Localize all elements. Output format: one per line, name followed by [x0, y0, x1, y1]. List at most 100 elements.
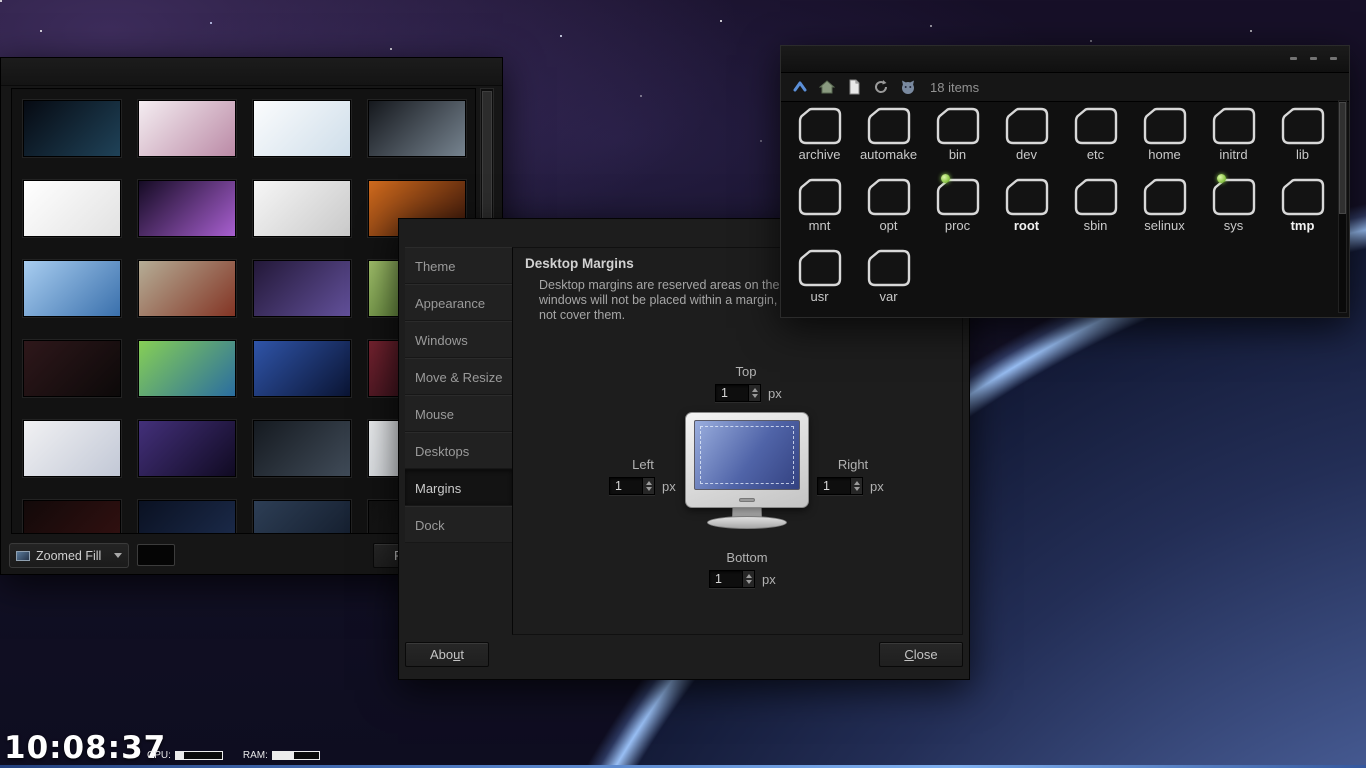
file-item-sbin[interactable]: sbin — [1061, 175, 1130, 246]
wallpaper-thumbnail[interactable] — [22, 100, 121, 157]
margin-right-spinner[interactable] — [850, 478, 862, 494]
file-item-opt[interactable]: opt — [854, 175, 923, 246]
spin-down-icon[interactable] — [751, 394, 758, 399]
wallpaper-thumbnail[interactable] — [22, 420, 121, 477]
wallpaper-thumbnail[interactable] — [137, 180, 236, 237]
margin-left-input[interactable]: 1 — [609, 477, 655, 495]
folder-icon — [797, 177, 843, 217]
margin-top-value[interactable]: 1 — [716, 385, 748, 401]
sidebar-item-mouse[interactable]: Mouse — [405, 395, 512, 432]
app-icon[interactable] — [899, 78, 917, 96]
sidebar-item-move-resize[interactable]: Move & Resize — [405, 358, 512, 395]
spin-down-icon[interactable] — [745, 580, 752, 585]
file-item-sys[interactable]: sys — [1199, 174, 1268, 246]
wallpaper-thumbnail[interactable] — [252, 340, 351, 397]
close-button[interactable]: Close — [879, 642, 963, 667]
spin-up-icon[interactable] — [751, 387, 758, 392]
wallpaper-thumbnail[interactable] — [22, 500, 121, 533]
file-item-root[interactable]: root — [992, 175, 1061, 246]
wallpaper-thumbnail[interactable] — [252, 180, 351, 237]
spin-up-icon[interactable] — [745, 573, 752, 578]
file-item-selinux[interactable]: selinux — [1130, 175, 1199, 246]
margin-right-value[interactable]: 1 — [818, 478, 850, 494]
file-item-dev[interactable]: dev — [992, 104, 1061, 175]
wallpaper-thumbnail[interactable] — [252, 100, 351, 157]
sidebar-item-margins[interactable]: Margins — [405, 469, 512, 506]
file-item-usr[interactable]: usr — [785, 246, 854, 317]
wallpaper-mode-dropdown[interactable]: Zoomed Fill — [9, 543, 129, 568]
wallpaper-window-titlebar[interactable] — [1, 58, 502, 86]
folder-name: var — [879, 289, 898, 304]
file-item-home[interactable]: home — [1130, 104, 1199, 175]
file-item-automake[interactable]: automake — [854, 104, 923, 175]
wallpaper-thumbnail[interactable] — [22, 260, 121, 317]
margin-bottom-label: Bottom — [726, 550, 768, 565]
folder-icon — [935, 174, 981, 217]
maximize-button[interactable] — [1310, 57, 1317, 60]
folder-icon — [1073, 177, 1119, 217]
folder-name: initrd — [1219, 147, 1248, 162]
wallpaper-thumbnail[interactable] — [137, 260, 236, 317]
file-item-etc[interactable]: etc — [1061, 104, 1130, 175]
folder-name: bin — [948, 147, 967, 162]
sidebar-item-windows[interactable]: Windows — [405, 321, 512, 358]
file-item-tmp[interactable]: tmp — [1268, 175, 1337, 246]
background-color-button[interactable] — [137, 544, 175, 566]
file-item-bin[interactable]: bin — [923, 104, 992, 175]
page-title: Desktop Margins — [525, 256, 634, 271]
margin-right-group: 1 px — [817, 477, 884, 495]
margin-bottom-input[interactable]: 1 — [709, 570, 755, 588]
folder-icon — [935, 106, 981, 146]
sidebar-item-dock[interactable]: Dock — [405, 506, 512, 543]
folder-name: home — [1148, 147, 1181, 162]
spin-down-icon[interactable] — [645, 487, 652, 492]
spin-up-icon[interactable] — [645, 480, 652, 485]
file-item-lib[interactable]: lib — [1268, 104, 1337, 175]
wallpaper-thumbnail[interactable] — [22, 180, 121, 237]
wallpaper-thumbnail[interactable] — [252, 420, 351, 477]
margin-top-input[interactable]: 1 — [715, 384, 761, 402]
margin-right-input[interactable]: 1 — [817, 477, 863, 495]
up-icon[interactable] — [791, 78, 809, 96]
close-window-button[interactable] — [1330, 57, 1337, 60]
spin-down-icon[interactable] — [853, 487, 860, 492]
margin-bottom-spinner[interactable] — [742, 571, 754, 587]
file-manager-titlebar[interactable] — [781, 46, 1349, 72]
margin-top-spinner[interactable] — [748, 385, 760, 401]
file-manager-scrollbar-thumb[interactable] — [1339, 102, 1346, 214]
file-item-var[interactable]: var — [854, 246, 923, 317]
wallpaper-thumbnail[interactable] — [252, 260, 351, 317]
margin-left-spinner[interactable] — [642, 478, 654, 494]
file-manager-scrollbar[interactable] — [1338, 100, 1347, 313]
file-item-initrd[interactable]: initrd — [1199, 104, 1268, 175]
file-item-proc[interactable]: proc — [923, 174, 992, 246]
wallpaper-thumbnail[interactable] — [137, 420, 236, 477]
cpu-label: CPU: — [147, 750, 171, 761]
folder-icon — [1073, 106, 1119, 146]
about-button[interactable]: About — [405, 642, 489, 667]
wallpaper-thumbnail[interactable] — [137, 100, 236, 157]
margin-bottom-value[interactable]: 1 — [710, 571, 742, 587]
settings-sidebar: Theme Appearance Windows Move & Resize Mouse… — [405, 247, 512, 543]
folder-icon — [1280, 177, 1326, 217]
wallpaper-thumbnail[interactable] — [22, 340, 121, 397]
mount-badge-icon — [1216, 174, 1226, 183]
sidebar-item-desktops[interactable]: Desktops — [405, 432, 512, 469]
ram-meter: RAM: — [243, 750, 320, 761]
wallpaper-thumbnail[interactable] — [367, 100, 466, 157]
spin-up-icon[interactable] — [853, 480, 860, 485]
file-item-mnt[interactable]: mnt — [785, 175, 854, 246]
minimize-button[interactable] — [1290, 57, 1297, 60]
cpu-bar — [174, 751, 223, 760]
sidebar-item-theme[interactable]: Theme — [405, 247, 512, 284]
sidebar-item-appearance[interactable]: Appearance — [405, 284, 512, 321]
document-icon[interactable] — [845, 78, 863, 96]
wallpaper-thumbnail[interactable] — [137, 500, 236, 533]
folder-name: proc — [944, 218, 971, 233]
wallpaper-thumbnail[interactable] — [252, 500, 351, 533]
refresh-icon[interactable] — [872, 78, 890, 96]
margin-left-value[interactable]: 1 — [610, 478, 642, 494]
home-icon[interactable] — [818, 78, 836, 96]
wallpaper-thumbnail[interactable] — [137, 340, 236, 397]
file-item-archive[interactable]: archive — [785, 104, 854, 175]
